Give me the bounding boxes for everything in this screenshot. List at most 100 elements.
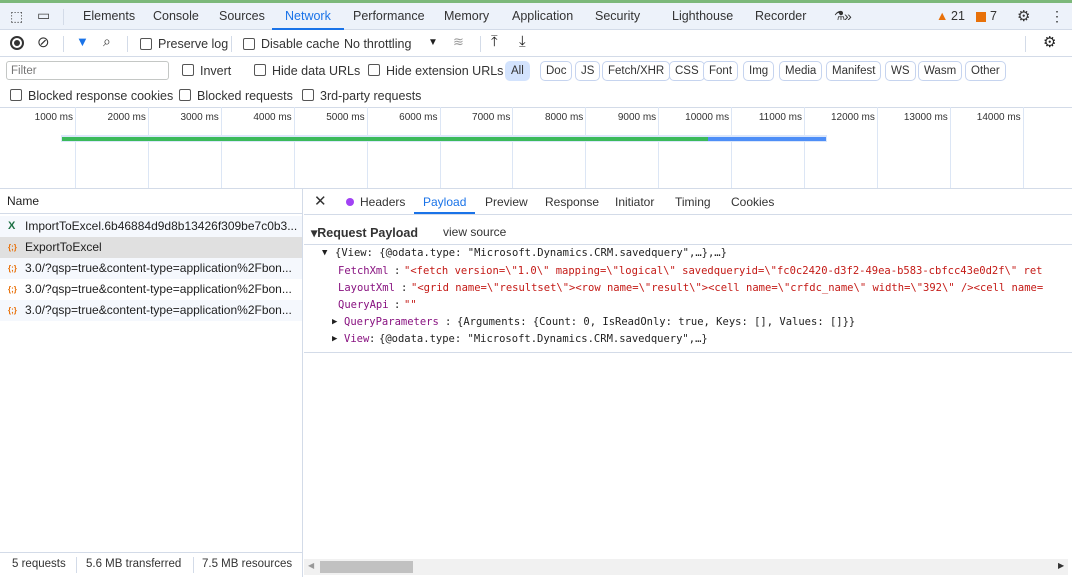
settings-icon[interactable]: ⚙ (1017, 3, 1030, 30)
timeline-tick-label: 2000 ms (107, 112, 146, 123)
tab-memory[interactable]: Memory (444, 3, 489, 30)
excel-icon: X (8, 220, 16, 232)
tab-response[interactable]: Response (545, 190, 599, 214)
timeline-tick-label: 10000 ms (685, 112, 730, 123)
type-filter-all[interactable]: All (505, 61, 530, 81)
name-column-header[interactable]: Name (0, 189, 302, 214)
filter-icon[interactable]: ▼ (76, 34, 89, 49)
expand-arrow-icon[interactable]: ▶ (332, 317, 337, 327)
type-filter-js[interactable]: JS (575, 61, 601, 81)
queryparameters-key[interactable]: QueryParameters (344, 316, 439, 328)
status-bar: 5 requests 5.6 MB transferred 7.5 MB res… (0, 552, 303, 577)
request-row[interactable]: {;} 3.0/?qsp=true&content-type=applicatio… (0, 300, 302, 321)
invert-checkbox[interactable] (182, 64, 194, 76)
network-conditions-icon[interactable]: ≋ (453, 34, 464, 50)
tab-headers[interactable]: Headers (360, 190, 405, 214)
timeline-tick-label: 13000 ms (903, 112, 948, 123)
type-filter-media[interactable]: Media (779, 61, 823, 81)
network-settings-icon[interactable]: ⚙ (1043, 33, 1056, 51)
tab-sources[interactable]: Sources (219, 3, 265, 30)
tab-application[interactable]: Application (512, 3, 573, 30)
fetchxml-key: FetchXml (338, 265, 389, 277)
scrollbar-thumb[interactable] (320, 561, 413, 573)
type-filter-img[interactable]: Img (743, 61, 775, 81)
request-row[interactable]: {;} 3.0/?qsp=true&content-type=applicatio… (0, 258, 302, 279)
scroll-left-icon[interactable]: ◀ (308, 561, 314, 570)
expand-arrow-icon[interactable]: ▼ (322, 248, 327, 258)
hide-extension-urls-checkbox[interactable] (368, 64, 380, 76)
tab-console[interactable]: Console (153, 3, 199, 30)
type-filter-font[interactable]: Font (703, 61, 739, 81)
close-details-icon[interactable]: ✕ (314, 190, 327, 214)
issues-count[interactable]: 7 (990, 3, 997, 30)
type-filter-wasm[interactable]: Wasm (918, 61, 963, 81)
request-payload-toggle[interactable]: ▾Request Payload (311, 225, 418, 240)
type-filter-ws[interactable]: WS (885, 61, 916, 81)
timeline-tick-label: 4000 ms (253, 112, 292, 123)
hide-extension-urls-label: Hide extension URLs (386, 64, 504, 78)
timeline-tick-label: 3000 ms (180, 112, 219, 123)
timeline-tick-label: 7000 ms (472, 112, 511, 123)
tab-recorder[interactable]: Recorder (755, 3, 806, 30)
request-row[interactable]: {;} ExportToExcel (0, 237, 302, 258)
preserve-log-checkbox[interactable] (140, 38, 152, 50)
export-har-icon[interactable]: ⤓ (519, 33, 526, 50)
search-icon[interactable]: ⌕ (103, 33, 111, 50)
type-filter-manifest[interactable]: Manifest (826, 61, 882, 81)
import-har-icon[interactable]: ⤒ (491, 33, 498, 50)
xhr-icon: {;} (8, 306, 17, 315)
more-tabs-icon[interactable]: » (844, 3, 852, 30)
blocked-cookies-label: Blocked response cookies (28, 89, 174, 103)
tab-network[interactable]: Network (272, 3, 344, 30)
blocked-requests-checkbox[interactable] (179, 89, 191, 101)
disable-cache-checkbox[interactable] (243, 38, 255, 50)
hide-data-urls-label: Hide data URLs (272, 64, 361, 78)
horizontal-scrollbar[interactable]: ◀ ▶ (304, 559, 1068, 575)
tab-cookies[interactable]: Cookies (731, 190, 774, 214)
request-row[interactable]: {;} 3.0/?qsp=true&content-type=applicatio… (0, 279, 302, 300)
type-filter-other[interactable]: Other (965, 61, 1006, 81)
filter-input[interactable] (6, 61, 169, 80)
headers-dot-icon (346, 198, 354, 206)
clear-icon[interactable]: ⊘ (37, 33, 50, 51)
hide-data-urls-checkbox[interactable] (254, 64, 266, 76)
tab-security[interactable]: Security (595, 3, 640, 30)
network-toolbar: ⊘ ▼ ⌕ Preserve log Disable cache No thro… (0, 30, 1072, 57)
tab-elements[interactable]: Elements (83, 3, 135, 30)
disable-cache-label: Disable cache (261, 37, 340, 51)
type-filter-doc[interactable]: Doc (540, 61, 573, 81)
more-options-icon[interactable]: ⋮ (1050, 3, 1064, 30)
device-toolbar-icon[interactable]: ▭ (37, 7, 50, 24)
request-row[interactable]: X ImportToExcel.6b46884d9d8b13426f309be7c… (0, 216, 302, 237)
transferred-size: 5.6 MB transferred (86, 558, 182, 570)
request-name: 3.0/?qsp=true&content-type=application%2… (25, 261, 292, 275)
payload-section-header (304, 215, 1072, 245)
timeline-tick-label: 8000 ms (544, 112, 584, 123)
expand-arrow-icon[interactable]: ▶ (332, 334, 337, 344)
tab-lighthouse[interactable]: Lighthouse (672, 3, 733, 30)
view-source-link[interactable]: view source (443, 225, 506, 239)
xhr-icon: {;} (8, 285, 17, 294)
request-count: 5 requests (12, 558, 66, 570)
type-filter-fetch-xhr[interactable]: Fetch/XHR (602, 61, 671, 81)
main-tab-bar: ⬚ ▭ Elements Console Sources Network Per… (0, 3, 1072, 30)
queryapi-value: "" (404, 299, 417, 311)
warning-count[interactable]: 21 (951, 3, 965, 30)
tab-payload[interactable]: Payload (414, 190, 476, 214)
tab-timing[interactable]: Timing (675, 190, 711, 214)
tab-preview[interactable]: Preview (485, 190, 528, 214)
inspect-element-icon[interactable]: ⬚ (10, 8, 23, 25)
payload-root[interactable]: {View: {@odata.type: "Microsoft.Dynamics… (335, 247, 727, 259)
chevron-down-icon[interactable]: ▼ (428, 37, 438, 48)
third-party-checkbox[interactable] (302, 89, 314, 101)
queryapi-key: QueryApi (338, 299, 389, 311)
throttling-select[interactable]: No throttling (344, 37, 411, 51)
record-button[interactable] (10, 36, 24, 50)
third-party-label: 3rd-party requests (320, 89, 422, 103)
tab-initiator[interactable]: Initiator (615, 190, 654, 214)
blocked-cookies-checkbox[interactable] (10, 89, 22, 101)
type-filter-css[interactable]: CSS (669, 61, 705, 81)
tab-performance[interactable]: Performance (353, 3, 425, 30)
view-key[interactable]: View (344, 333, 369, 345)
scroll-right-icon[interactable]: ▶ (1058, 561, 1064, 570)
